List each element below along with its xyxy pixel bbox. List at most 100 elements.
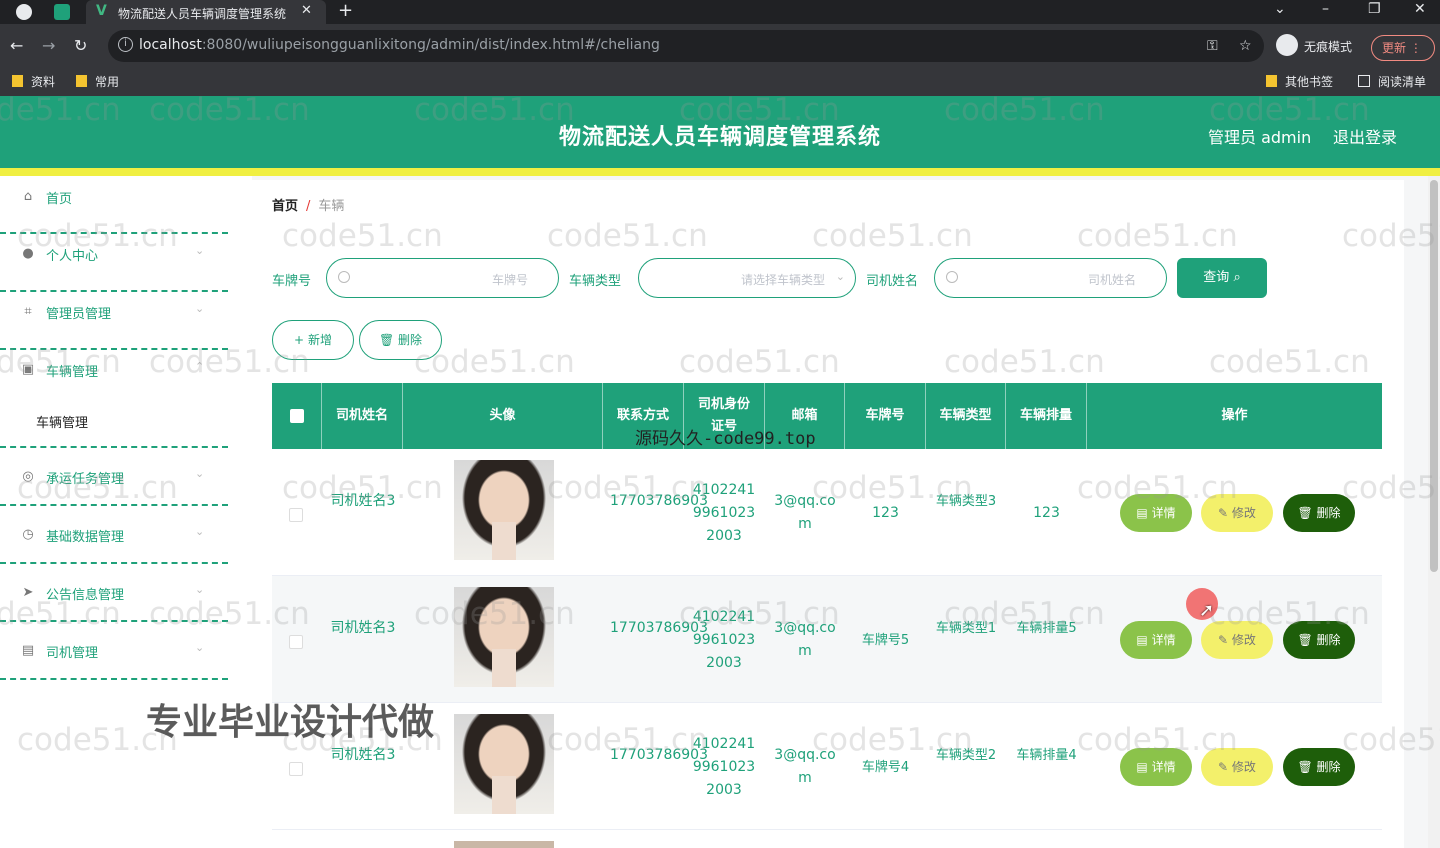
- delete-button[interactable]: 🗑 删除: [1283, 621, 1355, 659]
- bookmark-changyong[interactable]: 常用: [76, 73, 119, 90]
- row-checkbox[interactable]: [289, 508, 303, 522]
- add-button[interactable]: + 新增: [272, 320, 354, 360]
- url-path: :8080/wuliupeisongguanlixitong/admin/dis…: [201, 37, 660, 53]
- edit-button[interactable]: ✎ 修改: [1201, 621, 1273, 659]
- select-all-cell[interactable]: [272, 383, 322, 449]
- vehicle-icon: ▣: [21, 362, 35, 377]
- driver-name-cell: 司机姓名3: [330, 493, 396, 509]
- sidebar-item-basic-data[interactable]: ◷ 基础数据管理 ⌄: [0, 506, 228, 564]
- edit-label: 修改: [1231, 633, 1256, 647]
- phone-cell: 17703786903: [610, 620, 708, 636]
- sidebar-subitem-vehicle[interactable]: 车辆管理: [36, 412, 88, 431]
- row-checkbox[interactable]: [289, 635, 303, 649]
- browser-tab-bar: V 物流配送人员车辆调度管理系统 ✕ + ⌄ – ❐ ✕: [0, 0, 1440, 24]
- select-all-checkbox[interactable]: [289, 409, 304, 423]
- search-icon: [338, 271, 350, 283]
- detail-button[interactable]: ▤ 详情: [1120, 494, 1192, 532]
- url-field[interactable]: i localhost:8080/wuliupeisongguanlixiton…: [108, 30, 1264, 62]
- chevron-down-icon: ⌄: [835, 270, 845, 283]
- column-header: 操作: [1221, 408, 1248, 423]
- bookmark-ziliao[interactable]: 资料: [12, 73, 55, 90]
- reload-icon[interactable]: ↻: [74, 36, 87, 55]
- maximize-icon[interactable]: ❐: [1368, 1, 1381, 17]
- window-close-icon[interactable]: ✕: [1414, 1, 1426, 17]
- edit-button[interactable]: ✎ 修改: [1201, 748, 1273, 786]
- reading-list-icon: [1358, 75, 1370, 87]
- chevron-down-icon: ⌄: [195, 641, 205, 654]
- column-header: 头像: [403, 383, 603, 449]
- displacement-cell: 车辆排量5: [1016, 621, 1077, 636]
- column-header: 车辆排量: [1006, 383, 1087, 449]
- plate-placeholder: 车牌号: [491, 273, 528, 287]
- tab-list-icon[interactable]: ⌄: [1274, 1, 1286, 17]
- detail-button[interactable]: ▤ 详情: [1120, 748, 1192, 786]
- add-button-label: 新增: [307, 333, 332, 347]
- driver-name-cell: 司机姓名3: [330, 620, 396, 636]
- sidebar-item-admin[interactable]: ⌗ 管理员管理 ⌄: [0, 292, 228, 350]
- batch-delete-button[interactable]: 🗑 删除: [359, 320, 442, 360]
- minimize-icon[interactable]: –: [1322, 1, 1329, 17]
- url-host: localhost: [139, 37, 202, 53]
- delete-button[interactable]: 🗑 删除: [1283, 748, 1355, 786]
- vue-icon: V: [96, 3, 107, 19]
- plate-cell: 123: [872, 505, 899, 521]
- vehicle-type-cell: 车辆类型1: [935, 621, 997, 636]
- incognito-indicator[interactable]: 无痕模式: [1276, 34, 1364, 58]
- scrollbar-thumb[interactable]: [1430, 180, 1438, 572]
- type-select[interactable]: 请选择车辆类型 ⌄: [638, 258, 856, 298]
- crop-icon: ⌗: [24, 304, 32, 319]
- row-checkbox[interactable]: [289, 762, 303, 776]
- driver-input[interactable]: 司机姓名: [934, 258, 1167, 298]
- key-icon[interactable]: ⚿: [1207, 38, 1218, 54]
- plate-filter-label: 车牌号: [272, 274, 312, 289]
- bookmark-other[interactable]: 其他书签: [1266, 73, 1333, 90]
- tab-close-icon[interactable]: ✕: [301, 3, 312, 18]
- avatar-partial: [454, 841, 554, 848]
- star-icon[interactable]: ☆: [1239, 38, 1252, 54]
- delete-label: 删除: [1316, 506, 1341, 520]
- logout-link[interactable]: 退出登录: [1333, 124, 1397, 148]
- document-icon: ▤: [21, 643, 35, 658]
- breadcrumb-home[interactable]: 首页: [272, 199, 298, 214]
- update-button[interactable]: 更新 ⋮: [1371, 35, 1435, 61]
- sidebar-item-driver[interactable]: ▤ 司机管理 ⌄: [0, 622, 228, 680]
- delete-button[interactable]: 🗑 删除: [1283, 494, 1355, 532]
- email-cell: 3@qq.com: [774, 747, 836, 786]
- forward-icon[interactable]: →: [42, 36, 55, 55]
- reading-list[interactable]: 阅读清单: [1358, 73, 1426, 90]
- home-icon: ⌂: [23, 189, 33, 204]
- column-header: 车牌号: [845, 383, 926, 449]
- table-row: 司机姓名3 17703786903 410224199610232003 3@q…: [272, 703, 1382, 830]
- detail-label: 详情: [1151, 506, 1176, 520]
- menu-icon[interactable]: ⋮: [1410, 41, 1422, 55]
- site-info-icon[interactable]: i: [118, 37, 133, 52]
- detail-button[interactable]: ▤ 详情: [1120, 621, 1192, 659]
- delete-label: 删除: [1316, 760, 1341, 774]
- sidebar-item-notice[interactable]: ➤ 公告信息管理 ⌄: [0, 564, 228, 622]
- column-header: 车辆类型: [926, 383, 1006, 449]
- sidebar-item-home[interactable]: ⌂ 首页: [0, 176, 228, 234]
- watermark-code99: 源码久久-code99.top: [635, 429, 816, 449]
- edit-label: 修改: [1231, 760, 1256, 774]
- send-icon: ➤: [22, 585, 34, 600]
- plus-icon: +: [294, 333, 305, 347]
- folder-icon: [76, 75, 87, 87]
- edit-button[interactable]: ✎ 修改: [1201, 494, 1273, 532]
- chevron-down-icon: ⌄: [195, 583, 205, 596]
- tab-title[interactable]: 物流配送人员车辆调度管理系统: [118, 5, 286, 22]
- plate-input[interactable]: 车牌号: [326, 258, 559, 298]
- back-icon[interactable]: ←: [10, 36, 23, 55]
- sidebar-item-profile[interactable]: ● 个人中心 ⌄: [0, 234, 228, 292]
- vehicle-type-cell: 车辆类型3: [935, 494, 997, 509]
- email-cell: 3@qq.com: [774, 493, 836, 532]
- app-favicon: [54, 4, 70, 20]
- sidebar-item-vehicle[interactable]: ▣ 车辆管理 ⌃: [0, 350, 228, 448]
- bookmark-label: 常用: [95, 75, 120, 89]
- search-button[interactable]: 查询 ⌕: [1177, 258, 1267, 298]
- chevron-down-icon: ⌄: [195, 525, 205, 538]
- table-header: 司机姓名 头像 联系方式 司机身份证号 邮箱 车牌号 车辆类型 车辆排量 操作: [272, 383, 1382, 449]
- sidebar-item-task[interactable]: ◎ 承运任务管理 ⌄: [0, 448, 228, 506]
- type-placeholder: 请选择车辆类型: [740, 273, 825, 287]
- chevron-down-icon: ⌄: [195, 244, 205, 257]
- new-tab-icon[interactable]: +: [338, 0, 353, 21]
